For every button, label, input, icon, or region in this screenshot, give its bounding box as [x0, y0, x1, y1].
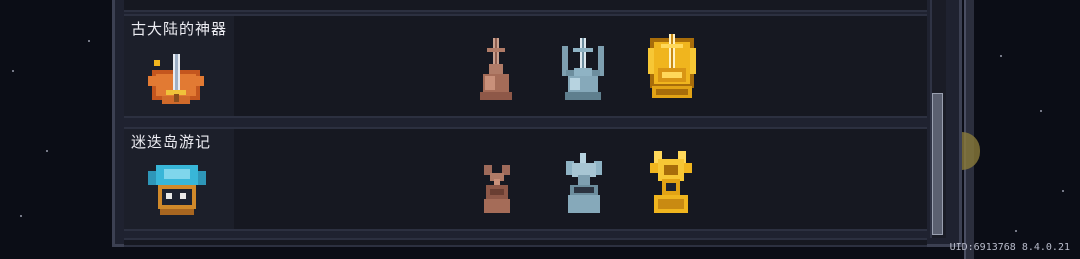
achievement-row[interactable]: 古大陆的神器 — [124, 14, 927, 118]
trophy-set — [124, 129, 927, 229]
previous-row-stub — [124, 0, 927, 12]
coin-icon — [962, 132, 980, 170]
gold-plant-trophy-icon — [650, 151, 692, 213]
achievement-row[interactable]: 迷迭岛游记 — [124, 127, 927, 231]
trophy-set — [124, 16, 927, 116]
uid-version-label: UID:6913768 8.4.0.21 — [949, 242, 1070, 253]
bronze-plant-trophy-icon — [484, 165, 510, 213]
silver-plant-trophy-icon — [566, 153, 602, 213]
silver-sword-trophy-icon — [562, 38, 604, 100]
scrollbar-thumb[interactable] — [932, 93, 943, 235]
window-edge — [964, 0, 974, 259]
bronze-sword-trophy-icon — [480, 38, 512, 100]
next-row-stub — [124, 238, 927, 247]
gold-sword-trophy-icon — [648, 34, 696, 98]
